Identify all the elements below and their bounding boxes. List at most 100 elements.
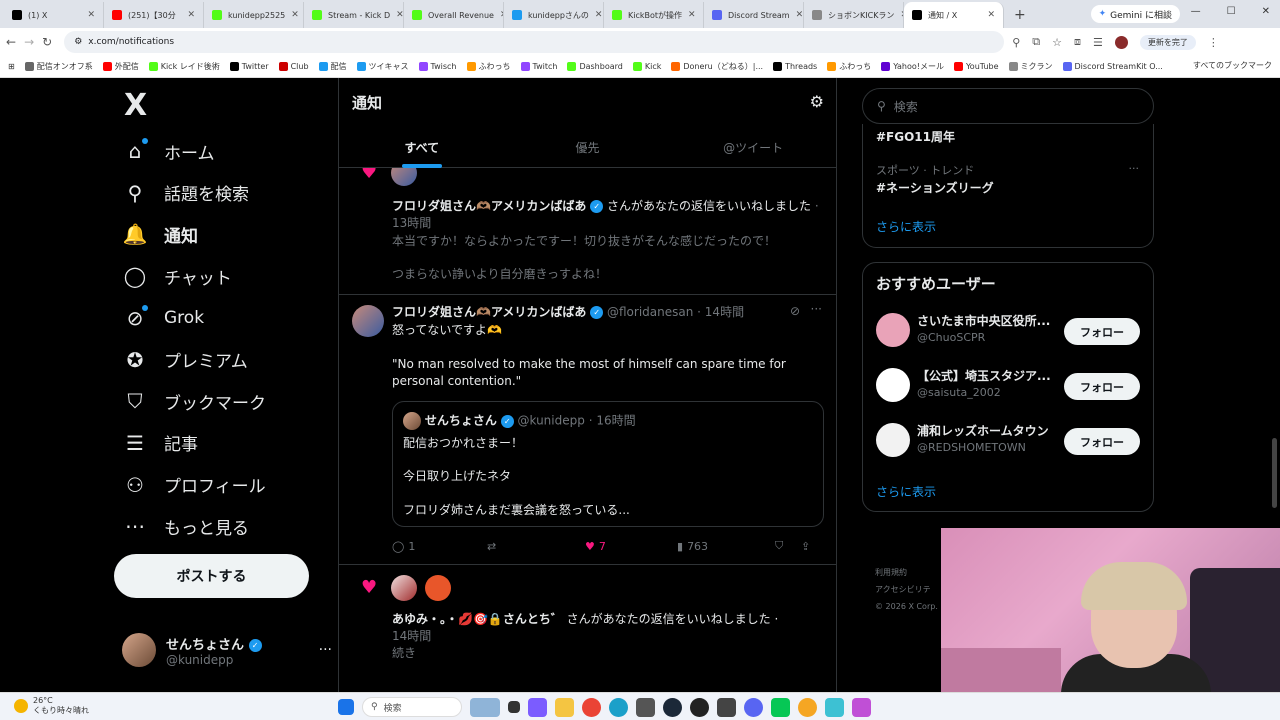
trends-show-more[interactable]: さらに表示: [876, 218, 936, 235]
edge-icon[interactable]: [609, 697, 628, 717]
bookmark-button[interactable]: ⛉: [775, 539, 801, 553]
star-icon[interactable]: ☆: [1052, 36, 1062, 49]
tab-close-icon[interactable]: ✕: [396, 10, 403, 20]
nav-item-grok[interactable]: ⊘ Grok: [122, 297, 204, 339]
nav-item-article[interactable]: ☰ 記事: [122, 422, 198, 464]
bookmark-item[interactable]: Doneru（どねる）|...: [671, 61, 763, 72]
account-switcher[interactable]: せんちょさん ✓ @kunidepp ···: [122, 630, 332, 670]
browser-tab[interactable]: Stream - Kick D ✕: [304, 2, 404, 28]
bookmark-item[interactable]: Yahoo!メール: [881, 61, 944, 72]
bookmark-item[interactable]: ふわっち: [827, 61, 871, 72]
share-button[interactable]: ⇪: [801, 539, 810, 553]
bookmark-item[interactable]: 配信オンオフ系: [24, 61, 93, 72]
post-button[interactable]: ポストする: [114, 554, 309, 598]
browser-tab[interactable]: kunidepp2525 ✕: [204, 2, 304, 28]
steam-icon[interactable]: [663, 697, 682, 717]
back-icon[interactable]: ←: [6, 35, 16, 49]
close-window-icon[interactable]: ✕: [1262, 6, 1270, 17]
coin-icon[interactable]: [798, 697, 817, 717]
tab-close-icon[interactable]: ✕: [688, 10, 696, 20]
who-show-more[interactable]: さらに表示: [876, 483, 936, 500]
tab-close-icon[interactable]: ✕: [291, 10, 299, 20]
obs-icon[interactable]: [690, 697, 709, 717]
apps-icon[interactable]: ⊞: [8, 62, 15, 71]
tab-close-icon[interactable]: ✕: [87, 10, 95, 20]
settings-gear-icon[interactable]: ⚙: [810, 92, 824, 111]
tab-close-icon[interactable]: ✕: [187, 10, 195, 20]
nav-item-chat[interactable]: ◯ チャット: [122, 255, 232, 297]
tab-all[interactable]: すべて: [339, 130, 505, 168]
bookmark-item[interactable]: ふわっち: [466, 61, 511, 72]
quoted-post[interactable]: せんちょさん ✓ @kunidepp · 16時間 配信おつかれさまー！ 今日取…: [392, 401, 824, 527]
chrome-icon[interactable]: [582, 697, 601, 717]
new-tab-button[interactable]: +: [1004, 2, 1036, 28]
nav-item-profile[interactable]: ⚇ プロフィール: [122, 464, 266, 506]
post-author-name[interactable]: フロリダ姐さん🫶🏽アメリカンばばあ: [392, 305, 586, 319]
taskbar-search[interactable]: ⚲ 検索: [362, 697, 462, 717]
bookmark-item[interactable]: Club: [278, 62, 309, 71]
trend-name[interactable]: #ネーションズリーグ: [876, 179, 994, 196]
bookmark-item[interactable]: ミクラン: [1008, 61, 1053, 72]
nav-item-more[interactable]: ⋯ もっと見る: [122, 505, 249, 547]
repost-button[interactable]: ⇄: [487, 539, 585, 553]
reply-button[interactable]: ◯ 1: [392, 539, 487, 553]
tab-close-icon[interactable]: ✕: [987, 10, 995, 20]
page-scrollbar[interactable]: [1272, 438, 1277, 508]
extensions-icon[interactable]: ⧈: [1074, 35, 1081, 49]
all-bookmarks[interactable]: すべてのブックマーク: [1193, 60, 1272, 71]
avatar[interactable]: [352, 305, 384, 337]
reading-list-icon[interactable]: ☰: [1093, 36, 1103, 49]
trend-name[interactable]: #FGO11周年: [876, 128, 955, 145]
store-icon[interactable]: [636, 697, 655, 717]
update-button[interactable]: 更新を完了: [1139, 34, 1196, 50]
site-info-icon[interactable]: ⚙: [74, 37, 82, 47]
actor-name[interactable]: フロリダ姐さん🫶🏽アメリカンばばあ: [392, 199, 586, 213]
browser-tab[interactable]: (251)【30分 ✕: [104, 2, 204, 28]
views-button[interactable]: ▮ 763: [677, 539, 775, 553]
nav-item-bell[interactable]: 🔔 通知: [122, 213, 198, 255]
nav-item-home[interactable]: ⌂ ホーム: [122, 130, 215, 172]
bookmark-item[interactable]: 外配信: [102, 61, 139, 72]
browser-tab[interactable]: ショボンKICKラン✕: [804, 2, 904, 28]
footer-accessibility[interactable]: アクセシビリテ: [875, 581, 938, 598]
bookmark-item[interactable]: Kick レイド後術: [148, 61, 220, 72]
app2-icon[interactable]: [852, 697, 871, 717]
post-author-handle[interactable]: @floridanesan: [607, 305, 693, 319]
post-notification[interactable]: フロリダ姐さん🫶🏽アメリカンばばあ ✓ @floridanesan · 14時間…: [339, 295, 836, 565]
x-logo-icon[interactable]: X: [124, 88, 147, 123]
profile-avatar-icon[interactable]: [1114, 35, 1128, 49]
bookmark-item[interactable]: 配信: [318, 61, 347, 72]
forward-icon[interactable]: →: [24, 35, 34, 49]
minimize-icon[interactable]: —: [1191, 6, 1201, 17]
maximize-icon[interactable]: ☐: [1227, 6, 1236, 17]
browser-tab[interactable]: kunideppさんの ✕: [504, 2, 604, 28]
weather-widget[interactable]: 26°C くもり時々晴れ: [14, 696, 89, 716]
line-icon[interactable]: [771, 697, 790, 717]
like-notification[interactable]: ♥ フロリダ姐さん🫶🏽アメリカンばばあ ✓ さんがあなたの返信をいいねしました …: [339, 160, 836, 295]
browser-tab[interactable]: KickBotが操作 ✕: [604, 2, 704, 28]
bookmark-item[interactable]: YouTube: [953, 62, 999, 71]
bookmark-item[interactable]: Twisch: [418, 62, 457, 71]
browser-tab[interactable]: Overall Revenue✕: [404, 2, 504, 28]
follow-button[interactable]: フォロー: [1064, 373, 1140, 400]
bookmark-item[interactable]: Threads: [773, 62, 817, 71]
like-notification[interactable]: ♥ あゆみ・。・💋🎯🔒さんとち゛ さんがあなたの返信をいいねしました · 14時…: [339, 565, 836, 692]
file-explorer-icon[interactable]: [555, 697, 574, 717]
bookmark-item[interactable]: Dashboard: [567, 62, 623, 71]
bookmark-item[interactable]: Twitter: [229, 62, 269, 71]
start-icon[interactable]: [338, 699, 354, 715]
bookmark-item[interactable]: Discord StreamKit O...: [1062, 62, 1163, 71]
nav-item-search[interactable]: ⚲ 話題を検索: [122, 172, 249, 214]
bookmark-item[interactable]: ツイキャス: [356, 61, 409, 72]
copilot-icon[interactable]: [528, 697, 547, 717]
bookmark-item[interactable]: Twitch: [520, 62, 557, 71]
widgets-icon[interactable]: [470, 697, 500, 717]
post-more-icon[interactable]: ···: [811, 302, 822, 316]
follow-button[interactable]: フォロー: [1064, 428, 1140, 455]
app-icon[interactable]: [717, 697, 736, 717]
tab-close-icon[interactable]: ✕: [595, 10, 603, 20]
gemini-button[interactable]: ✦ Gemini に相談: [1090, 5, 1180, 23]
bookmark-item[interactable]: Kick: [632, 62, 661, 71]
nav-item-bookmark[interactable]: ⛉ ブックマーク: [122, 380, 267, 422]
trend-more-icon[interactable]: ···: [1129, 162, 1140, 175]
